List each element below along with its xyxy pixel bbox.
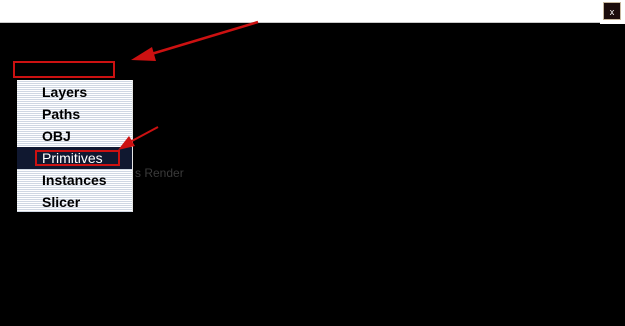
close-icon: x [609, 7, 615, 17]
menu-item-slicer[interactable]: Slicer [17, 191, 132, 213]
menu-item-primitives-label: Primitives [42, 150, 103, 166]
menu-item-paths[interactable]: Paths [17, 103, 132, 125]
close-button[interactable]: x [603, 2, 621, 20]
arrow-to-menu-trigger-icon [131, 20, 259, 61]
background-render-label: s Render [135, 166, 184, 180]
dropdown-menu: Layers Paths OBJ Primitives Instances Sl… [17, 80, 133, 212]
menu-item-layers[interactable]: Layers [17, 81, 132, 103]
menu-item-primitives[interactable]: Primitives [17, 147, 132, 169]
menu-trigger-button[interactable] [13, 61, 115, 78]
menu-item-obj[interactable]: OBJ [17, 125, 132, 147]
menu-item-instances[interactable]: Instances [17, 169, 132, 191]
screenshot-stage: x s Render Layers Paths OBJ Primitives I… [0, 0, 625, 326]
title-bar [0, 0, 600, 23]
